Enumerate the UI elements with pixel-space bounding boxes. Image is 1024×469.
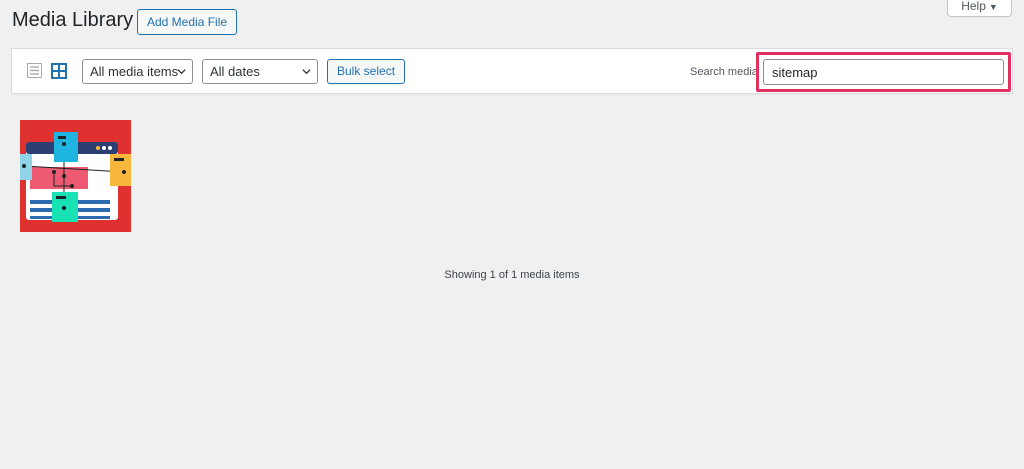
add-media-file-button[interactable]: Add Media File — [137, 9, 238, 35]
media-library-page: Media Library Add Media File Help ▼ All m… — [0, 0, 1024, 469]
search-input[interactable] — [763, 59, 1004, 85]
list-view-icon[interactable] — [27, 63, 42, 78]
help-label: Help — [961, 0, 986, 13]
page-title: Media Library — [12, 9, 134, 31]
caret-down-icon: ▼ — [988, 2, 998, 12]
chevron-down-icon — [302, 69, 311, 75]
bulk-select-button[interactable]: Bulk select — [327, 59, 406, 84]
media-count-status: Showing 1 of 1 media items — [444, 269, 580, 281]
media-type-filter[interactable]: All media items — [82, 59, 193, 84]
search-media-label: Search media — [690, 66, 758, 78]
date-filter-value: All dates — [210, 64, 260, 79]
date-filter[interactable]: All dates — [202, 59, 318, 84]
grid-view-icon[interactable] — [51, 63, 67, 79]
help-tab-button[interactable]: Help ▼ — [947, 0, 1012, 17]
media-type-filter-value: All media items — [90, 64, 179, 79]
media-item-thumbnail[interactable] — [20, 120, 131, 232]
chevron-down-icon — [177, 69, 186, 75]
media-toolbar: All media items All dates Bulk select Se… — [11, 48, 1013, 94]
